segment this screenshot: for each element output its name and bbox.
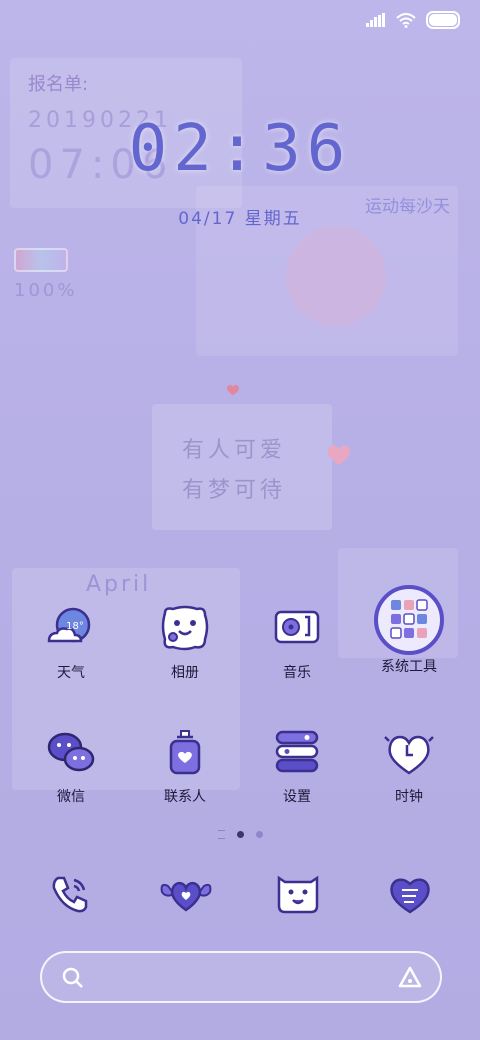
messages-icon <box>160 881 212 912</box>
status-bar <box>366 8 460 32</box>
app-weather-label: 天气 <box>57 665 85 681</box>
music-icon <box>274 610 320 644</box>
dock-messages[interactable] <box>156 866 216 922</box>
bear-sticker-blob <box>286 226 386 326</box>
phone-icon <box>52 876 88 913</box>
gallery-icon <box>161 605 209 651</box>
wifi-icon <box>396 12 416 28</box>
battery-icon <box>426 11 460 29</box>
search-icon[interactable] <box>62 967 84 989</box>
dock-phone[interactable] <box>40 866 100 922</box>
app-music-label: 音乐 <box>283 665 311 681</box>
weather-icon: 18° <box>47 607 91 643</box>
weather-temp: 18° <box>66 621 84 632</box>
app-clock[interactable]: 时钟 <box>354 724 464 806</box>
browser-icon <box>390 878 430 914</box>
wechat-icon <box>47 732 95 772</box>
app-contacts-label: 联系人 <box>164 789 206 805</box>
clock-widget-date[interactable]: 04/17 星期五 <box>0 204 480 229</box>
page-indicator-dot-active <box>236 831 244 838</box>
app-music[interactable]: 音乐 <box>242 600 352 682</box>
center-note-line2: 有梦可待 <box>182 478 287 503</box>
center-note-line1: 有人可爱 <box>182 438 287 463</box>
app-settings[interactable]: 设置 <box>242 724 352 806</box>
page-indicator-list-icon <box>217 830 225 839</box>
battery-sticker-bar <box>14 248 68 272</box>
search-bar[interactable] <box>40 951 442 1003</box>
camera-icon <box>277 875 319 914</box>
app-wechat[interactable]: 微信 <box>16 724 126 806</box>
assistant-icon[interactable] <box>398 966 422 988</box>
calendar-month-label: April <box>86 572 152 597</box>
wallpaper-battery-sticker: 100% <box>14 248 84 308</box>
wallpaper-note-label: 报名单: <box>28 74 89 95</box>
system-tools-folder-icon <box>374 585 444 655</box>
app-clock-label: 时钟 <box>395 789 423 805</box>
app-settings-label: 设置 <box>283 789 311 805</box>
app-gallery-label: 相册 <box>171 665 199 681</box>
contacts-icon <box>169 730 201 775</box>
battery-sticker-text: 100% <box>14 280 78 301</box>
dock-browser[interactable] <box>380 866 440 922</box>
app-weather[interactable]: 18° 天气 <box>16 600 126 682</box>
signal-icon <box>366 13 385 27</box>
page-indicator[interactable] <box>0 830 480 839</box>
settings-icon <box>275 730 319 773</box>
page-indicator-dot <box>255 831 263 838</box>
heart-icon <box>327 445 351 465</box>
heart-icon <box>226 384 240 396</box>
app-system-tools-folder[interactable]: 系统工具 <box>354 584 464 676</box>
battery-fill <box>429 14 457 26</box>
app-system-tools-label: 系统工具 <box>381 659 437 675</box>
app-contacts[interactable]: 联系人 <box>130 724 240 806</box>
clock-widget-time[interactable]: 02:36 <box>0 112 480 186</box>
wallpaper-center-note: 有人可爱 有梦可待 <box>152 404 332 530</box>
app-wechat-label: 微信 <box>57 789 85 805</box>
app-gallery[interactable]: 相册 <box>130 600 240 682</box>
dock-camera[interactable] <box>268 866 328 922</box>
clock-icon <box>384 735 434 775</box>
